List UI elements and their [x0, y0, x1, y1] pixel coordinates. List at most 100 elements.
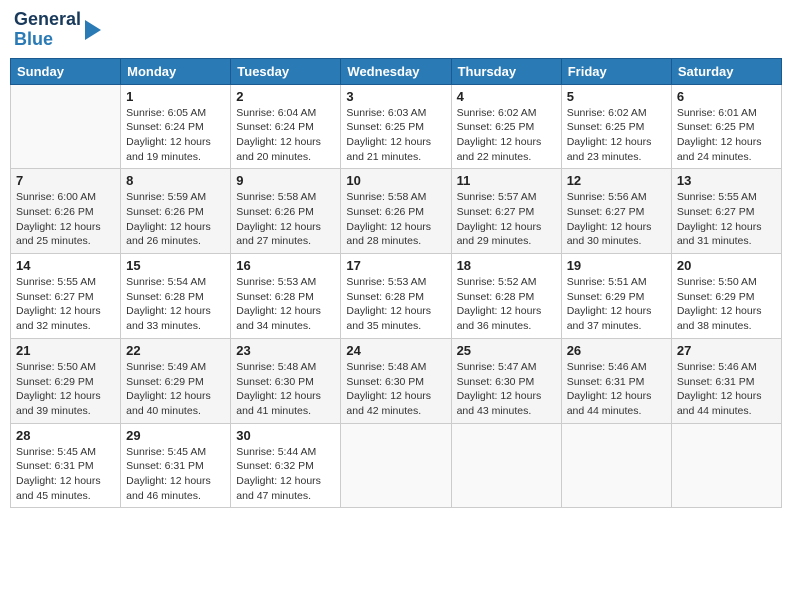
calendar-day-cell: 16 Sunrise: 5:53 AM Sunset: 6:28 PM Dayli…: [231, 254, 341, 339]
day-info: Sunrise: 6:02 AM Sunset: 6:25 PM Dayligh…: [567, 106, 666, 165]
calendar-day-cell: [671, 423, 781, 508]
day-number: 12: [567, 173, 666, 188]
calendar-day-cell: 8Sunrise: 5:59 AM Sunset: 6:26 PM Daylig…: [121, 169, 231, 254]
day-number: 14: [16, 258, 115, 273]
calendar-day-cell: [11, 84, 121, 169]
calendar-day-cell: 23 Sunrise: 5:48 AM Sunset: 6:30 PM Dayli…: [231, 338, 341, 423]
weekday-header-monday: Monday: [121, 58, 231, 84]
day-number: 5: [567, 89, 666, 104]
calendar-day-cell: 14 Sunrise: 5:55 AM Sunset: 6:27 PM Dayli…: [11, 254, 121, 339]
calendar-day-cell: [341, 423, 451, 508]
logo-arrow-icon: [85, 16, 105, 44]
calendar-day-cell: 3 Sunrise: 6:03 AM Sunset: 6:25 PM Daylig…: [341, 84, 451, 169]
day-number: 30: [236, 428, 335, 443]
day-info: Sunrise: 5:56 AM Sunset: 6:27 PM Dayligh…: [567, 190, 666, 249]
day-number: 16: [236, 258, 335, 273]
day-number: 23: [236, 343, 335, 358]
calendar-day-cell: 10 Sunrise: 5:58 AM Sunset: 6:26 PM Dayli…: [341, 169, 451, 254]
calendar-day-cell: 5 Sunrise: 6:02 AM Sunset: 6:25 PM Daylig…: [561, 84, 671, 169]
weekday-header-sunday: Sunday: [11, 58, 121, 84]
day-number: 17: [346, 258, 445, 273]
day-number: 29: [126, 428, 225, 443]
day-info: Sunrise: 6:05 AM Sunset: 6:24 PM Dayligh…: [126, 106, 225, 165]
day-info: Sunrise: 5:58 AM Sunset: 6:26 PM Dayligh…: [346, 190, 445, 249]
day-info: Sunrise: 5:55 AM Sunset: 6:27 PM Dayligh…: [677, 190, 776, 249]
day-number: 3: [346, 89, 445, 104]
calendar-day-cell: 4 Sunrise: 6:02 AM Sunset: 6:25 PM Daylig…: [451, 84, 561, 169]
day-number: 4: [457, 89, 556, 104]
day-number: 18: [457, 258, 556, 273]
day-info: Sunrise: 5:59 AM Sunset: 6:26 PM Dayligh…: [126, 190, 225, 249]
day-number: 11: [457, 173, 556, 188]
weekday-header-wednesday: Wednesday: [341, 58, 451, 84]
calendar-day-cell: 15 Sunrise: 5:54 AM Sunset: 6:28 PM Dayli…: [121, 254, 231, 339]
day-info: Sunrise: 5:54 AM Sunset: 6:28 PM Dayligh…: [126, 275, 225, 334]
calendar-day-cell: 30 Sunrise: 5:44 AM Sunset: 6:32 PM Dayli…: [231, 423, 341, 508]
day-info: Sunrise: 5:57 AM Sunset: 6:27 PM Dayligh…: [457, 190, 556, 249]
calendar-day-cell: 18 Sunrise: 5:52 AM Sunset: 6:28 PM Dayli…: [451, 254, 561, 339]
calendar-day-cell: 1 Sunrise: 6:05 AM Sunset: 6:24 PM Daylig…: [121, 84, 231, 169]
calendar-day-cell: 28 Sunrise: 5:45 AM Sunset: 6:31 PM Dayli…: [11, 423, 121, 508]
day-info: Sunrise: 6:04 AM Sunset: 6:24 PM Dayligh…: [236, 106, 335, 165]
calendar-week-row: 1 Sunrise: 6:05 AM Sunset: 6:24 PM Daylig…: [11, 84, 782, 169]
weekday-header-tuesday: Tuesday: [231, 58, 341, 84]
page-header: GeneralBlue: [10, 10, 782, 50]
logo-text: GeneralBlue: [14, 10, 81, 50]
day-number: 2: [236, 89, 335, 104]
day-number: 28: [16, 428, 115, 443]
day-info: Sunrise: 5:48 AM Sunset: 6:30 PM Dayligh…: [346, 360, 445, 419]
weekday-header-friday: Friday: [561, 58, 671, 84]
day-info: Sunrise: 5:53 AM Sunset: 6:28 PM Dayligh…: [346, 275, 445, 334]
day-number: 20: [677, 258, 776, 273]
day-info: Sunrise: 5:53 AM Sunset: 6:28 PM Dayligh…: [236, 275, 335, 334]
calendar-day-cell: 17 Sunrise: 5:53 AM Sunset: 6:28 PM Dayli…: [341, 254, 451, 339]
day-info: Sunrise: 5:58 AM Sunset: 6:26 PM Dayligh…: [236, 190, 335, 249]
day-number: 1: [126, 89, 225, 104]
calendar-day-cell: 24 Sunrise: 5:48 AM Sunset: 6:30 PM Dayli…: [341, 338, 451, 423]
calendar-week-row: 28 Sunrise: 5:45 AM Sunset: 6:31 PM Dayli…: [11, 423, 782, 508]
calendar-week-row: 21 Sunrise: 5:50 AM Sunset: 6:29 PM Dayli…: [11, 338, 782, 423]
calendar-day-cell: 22 Sunrise: 5:49 AM Sunset: 6:29 PM Dayli…: [121, 338, 231, 423]
calendar-day-cell: 26 Sunrise: 5:46 AM Sunset: 6:31 PM Dayli…: [561, 338, 671, 423]
day-info: Sunrise: 6:01 AM Sunset: 6:25 PM Dayligh…: [677, 106, 776, 165]
calendar-day-cell: 21 Sunrise: 5:50 AM Sunset: 6:29 PM Dayli…: [11, 338, 121, 423]
day-number: 13: [677, 173, 776, 188]
day-number: 21: [16, 343, 115, 358]
day-number: 7: [16, 173, 115, 188]
day-info: Sunrise: 5:50 AM Sunset: 6:29 PM Dayligh…: [677, 275, 776, 334]
day-info: Sunrise: 6:00 AM Sunset: 6:26 PM Dayligh…: [16, 190, 115, 249]
day-number: 22: [126, 343, 225, 358]
day-info: Sunrise: 5:49 AM Sunset: 6:29 PM Dayligh…: [126, 360, 225, 419]
weekday-header-saturday: Saturday: [671, 58, 781, 84]
day-info: Sunrise: 5:45 AM Sunset: 6:31 PM Dayligh…: [16, 445, 115, 504]
day-info: Sunrise: 5:48 AM Sunset: 6:30 PM Dayligh…: [236, 360, 335, 419]
calendar-day-cell: 13 Sunrise: 5:55 AM Sunset: 6:27 PM Dayli…: [671, 169, 781, 254]
calendar-day-cell: [451, 423, 561, 508]
calendar-day-cell: 6Sunrise: 6:01 AM Sunset: 6:25 PM Daylig…: [671, 84, 781, 169]
calendar-day-cell: 27 Sunrise: 5:46 AM Sunset: 6:31 PM Dayli…: [671, 338, 781, 423]
day-number: 24: [346, 343, 445, 358]
calendar-week-row: 14 Sunrise: 5:55 AM Sunset: 6:27 PM Dayli…: [11, 254, 782, 339]
calendar-day-cell: 11 Sunrise: 5:57 AM Sunset: 6:27 PM Dayli…: [451, 169, 561, 254]
day-info: Sunrise: 5:45 AM Sunset: 6:31 PM Dayligh…: [126, 445, 225, 504]
day-number: 26: [567, 343, 666, 358]
day-number: 10: [346, 173, 445, 188]
day-info: Sunrise: 6:02 AM Sunset: 6:25 PM Dayligh…: [457, 106, 556, 165]
day-info: Sunrise: 5:50 AM Sunset: 6:29 PM Dayligh…: [16, 360, 115, 419]
day-info: Sunrise: 5:44 AM Sunset: 6:32 PM Dayligh…: [236, 445, 335, 504]
calendar-day-cell: 25Sunrise: 5:47 AM Sunset: 6:30 PM Dayli…: [451, 338, 561, 423]
day-info: Sunrise: 5:55 AM Sunset: 6:27 PM Dayligh…: [16, 275, 115, 334]
calendar-day-cell: 29 Sunrise: 5:45 AM Sunset: 6:31 PM Dayli…: [121, 423, 231, 508]
day-info: Sunrise: 5:46 AM Sunset: 6:31 PM Dayligh…: [567, 360, 666, 419]
day-number: 15: [126, 258, 225, 273]
day-number: 25: [457, 343, 556, 358]
day-info: Sunrise: 5:52 AM Sunset: 6:28 PM Dayligh…: [457, 275, 556, 334]
day-number: 9: [236, 173, 335, 188]
weekday-header-thursday: Thursday: [451, 58, 561, 84]
day-number: 27: [677, 343, 776, 358]
calendar-week-row: 7 Sunrise: 6:00 AM Sunset: 6:26 PM Daylig…: [11, 169, 782, 254]
day-info: Sunrise: 6:03 AM Sunset: 6:25 PM Dayligh…: [346, 106, 445, 165]
day-info: Sunrise: 5:46 AM Sunset: 6:31 PM Dayligh…: [677, 360, 776, 419]
calendar-day-cell: 9 Sunrise: 5:58 AM Sunset: 6:26 PM Daylig…: [231, 169, 341, 254]
calendar-day-cell: 20 Sunrise: 5:50 AM Sunset: 6:29 PM Dayli…: [671, 254, 781, 339]
